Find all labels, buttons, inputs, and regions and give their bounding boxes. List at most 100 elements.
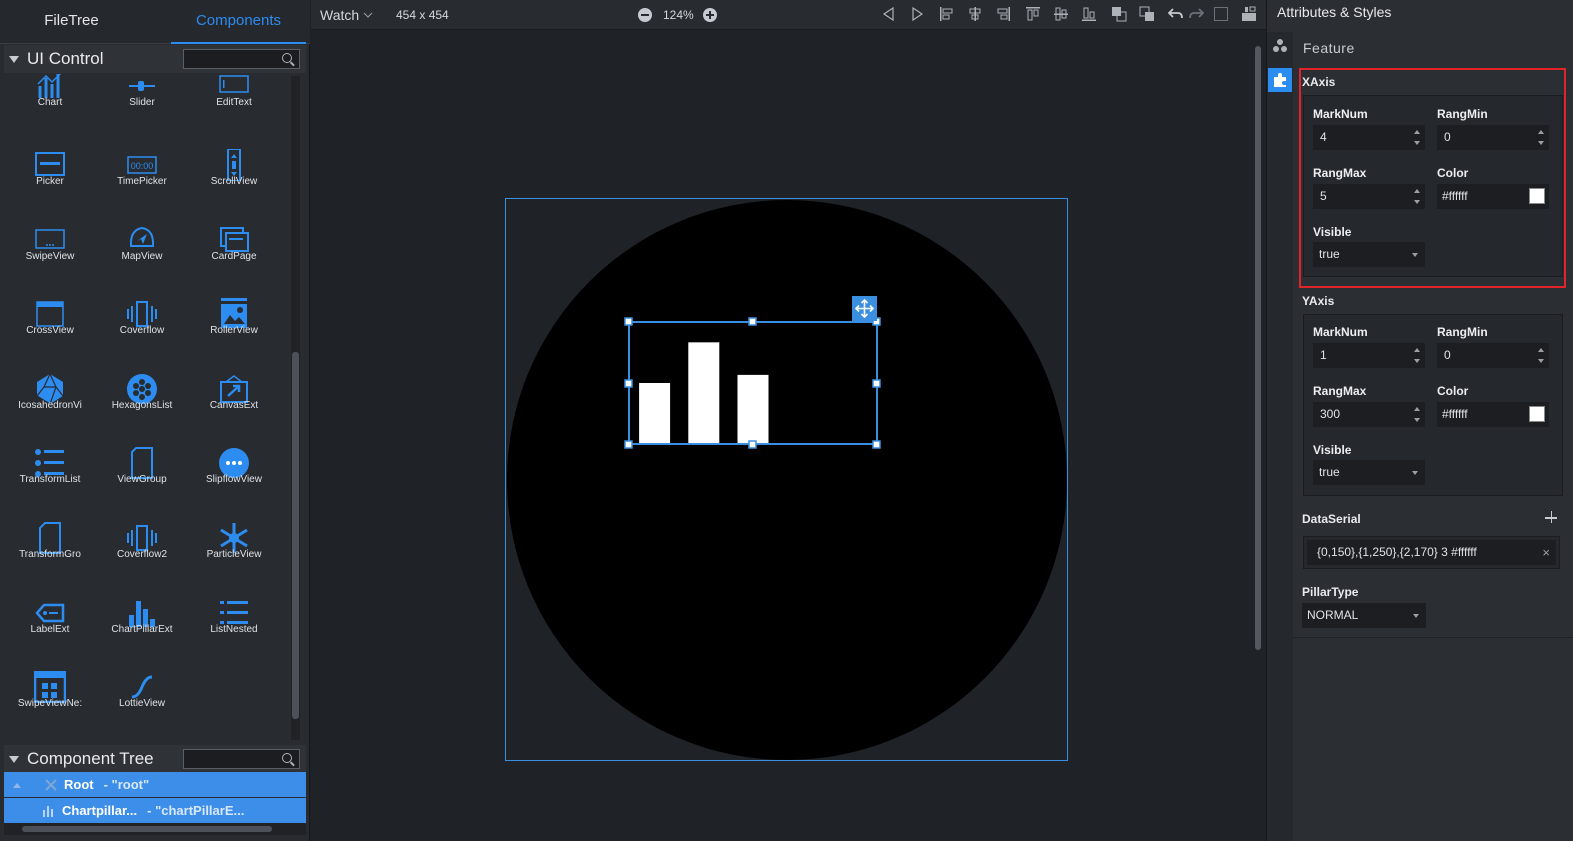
- add-serial-icon[interactable]: [1545, 511, 1559, 525]
- yaxis-visible-select[interactable]: true: [1313, 460, 1425, 485]
- component-hexagonslist[interactable]: HexagonsList: [96, 373, 188, 443]
- collapse-arrow-icon[interactable]: [9, 755, 19, 763]
- scrollbar-thumb[interactable]: [292, 352, 299, 719]
- dropdown-arrow-icon[interactable]: [1412, 471, 1418, 475]
- scrollbar-thumb[interactable]: [1255, 46, 1261, 650]
- collapse-arrow-icon[interactable]: [9, 55, 19, 63]
- send-backward-icon[interactable]: [1139, 6, 1157, 24]
- component-scrollview[interactable]: ScrollView: [188, 149, 280, 219]
- checkbox-icon[interactable]: [1213, 6, 1231, 24]
- search-icon[interactable]: [282, 753, 292, 763]
- component-label: RollerView: [210, 325, 258, 336]
- search-icon[interactable]: [282, 53, 292, 63]
- color-swatch[interactable]: [1529, 406, 1545, 422]
- resize-handle[interactable]: [748, 317, 757, 326]
- align-middle-icon[interactable]: [1053, 6, 1071, 24]
- pillartype-select[interactable]: NORMAL: [1302, 603, 1426, 628]
- component-label: Chart: [37, 97, 63, 108]
- component-slider[interactable]: Slider: [96, 74, 188, 140]
- yaxis-rangmin-label: RangMin: [1437, 325, 1488, 339]
- resize-handle[interactable]: [624, 379, 633, 388]
- component-particleview[interactable]: ParticleView: [188, 522, 280, 592]
- resize-handle[interactable]: [872, 440, 881, 449]
- toolbar: Watch 454 x 454 124%: [311, 0, 1266, 30]
- chart-pillar-component[interactable]: [615, 293, 895, 458]
- divider: [1293, 637, 1573, 638]
- resize-handle[interactable]: [872, 379, 881, 388]
- undo-icon[interactable]: [1167, 6, 1185, 24]
- component-viewgroup[interactable]: ViewGroup: [96, 447, 188, 517]
- yaxis-rangmin-input[interactable]: 0: [1437, 343, 1549, 368]
- component-slipflowview[interactable]: SlipflowView: [188, 447, 280, 517]
- component-icosahedronvi[interactable]: IcosahedronVi: [4, 373, 96, 443]
- tree-node-name: Root: [64, 777, 94, 792]
- resize-handle[interactable]: [624, 440, 633, 449]
- component-labelext[interactable]: LabelExt: [4, 597, 96, 667]
- move-handle-icon[interactable]: [852, 296, 877, 321]
- bring-forward-icon[interactable]: [1111, 6, 1129, 24]
- tree-row-chartpillar[interactable]: Chartpillar... - "chartPillarE...: [4, 798, 306, 823]
- yaxis-color-label: Color: [1437, 384, 1469, 398]
- tree-horizontal-scrollbar[interactable]: [4, 823, 306, 835]
- component-listnested[interactable]: ListNested: [188, 597, 280, 667]
- expand-arrow-icon[interactable]: [10, 778, 32, 792]
- redo-icon[interactable]: [1189, 6, 1207, 24]
- component-label: LabelExt: [30, 624, 70, 635]
- panel-side-tabs: [1267, 32, 1293, 841]
- component-edittext[interactable]: EditText: [188, 74, 280, 140]
- component-mapview[interactable]: MapView: [96, 224, 188, 294]
- component-cardpage[interactable]: CardPage: [188, 224, 280, 294]
- style-tab[interactable]: [1268, 34, 1292, 58]
- ui-control-header[interactable]: UI Control: [4, 45, 306, 73]
- zoom-in-icon[interactable]: [702, 7, 720, 25]
- remove-serial-icon[interactable]: ×: [1542, 540, 1550, 565]
- component-transformgro[interactable]: TransformGro: [4, 522, 96, 592]
- component-picker[interactable]: Picker: [4, 149, 96, 219]
- component-lottieview[interactable]: LottieView: [96, 671, 188, 740]
- ui-control-search-input[interactable]: [183, 49, 300, 69]
- chevron-down-icon[interactable]: [363, 12, 373, 18]
- yaxis-color-input[interactable]: #ffffff: [1437, 402, 1549, 427]
- align-bottom-icon[interactable]: [1081, 6, 1099, 24]
- tab-components[interactable]: Components: [171, 0, 306, 44]
- tab-filetree[interactable]: FileTree: [0, 0, 143, 44]
- spinner-icon[interactable]: [1414, 407, 1420, 422]
- component-rollerview[interactable]: RollerView: [188, 298, 280, 368]
- component-tree-header[interactable]: Component Tree: [4, 745, 306, 773]
- component-chartpillarext[interactable]: ChartPillarExt: [96, 597, 188, 667]
- palette-scrollbar[interactable]: [291, 76, 300, 740]
- component-timepicker[interactable]: 00:00 TimePicker: [96, 149, 188, 219]
- spinner-icon[interactable]: [1538, 348, 1544, 363]
- scrollbar-thumb[interactable]: [22, 826, 272, 832]
- spinner-icon[interactable]: [1414, 348, 1420, 363]
- component-coverflow2[interactable]: Coverflow2: [96, 522, 188, 592]
- component-crossview[interactable]: CrossView: [4, 298, 96, 368]
- layout-settings-icon[interactable]: [1241, 6, 1259, 24]
- previous-icon[interactable]: [881, 6, 899, 24]
- dropdown-arrow-icon[interactable]: [1413, 614, 1419, 618]
- component-canvasext[interactable]: CanvasExt: [188, 373, 280, 443]
- dataserial-item[interactable]: {0,150},{1,250},{2,170} 3 #ffffff ×: [1303, 536, 1560, 569]
- component-swipeviewne[interactable]: SwipeViewNe:: [4, 671, 96, 740]
- tree-row-root[interactable]: Root - "root": [4, 772, 306, 797]
- canvas-vertical-scrollbar[interactable]: [1253, 38, 1263, 838]
- device-select[interactable]: Watch: [320, 7, 359, 23]
- play-icon[interactable]: [909, 6, 927, 24]
- component-transformlist[interactable]: TransformList: [4, 447, 96, 517]
- root-node-icon: [45, 778, 57, 791]
- feature-tab[interactable]: [1268, 68, 1292, 92]
- resize-handle[interactable]: [748, 440, 757, 449]
- align-left-icon[interactable]: [939, 6, 957, 24]
- align-right-icon[interactable]: [995, 6, 1013, 24]
- zoom-out-icon[interactable]: [637, 7, 655, 25]
- align-top-icon[interactable]: [1025, 6, 1043, 24]
- yaxis-rangmax-input[interactable]: 300: [1313, 402, 1425, 427]
- watch-face[interactable]: [507, 200, 1067, 760]
- resize-handle[interactable]: [624, 317, 633, 326]
- component-coverflow[interactable]: Coverflow: [96, 298, 188, 368]
- yaxis-marknum-input[interactable]: 1: [1313, 343, 1425, 368]
- component-chart[interactable]: Chart: [4, 74, 96, 140]
- component-swipeview[interactable]: SwipeView: [4, 224, 96, 294]
- component-tree-search-input[interactable]: [183, 749, 300, 769]
- align-center-icon[interactable]: [967, 6, 985, 24]
